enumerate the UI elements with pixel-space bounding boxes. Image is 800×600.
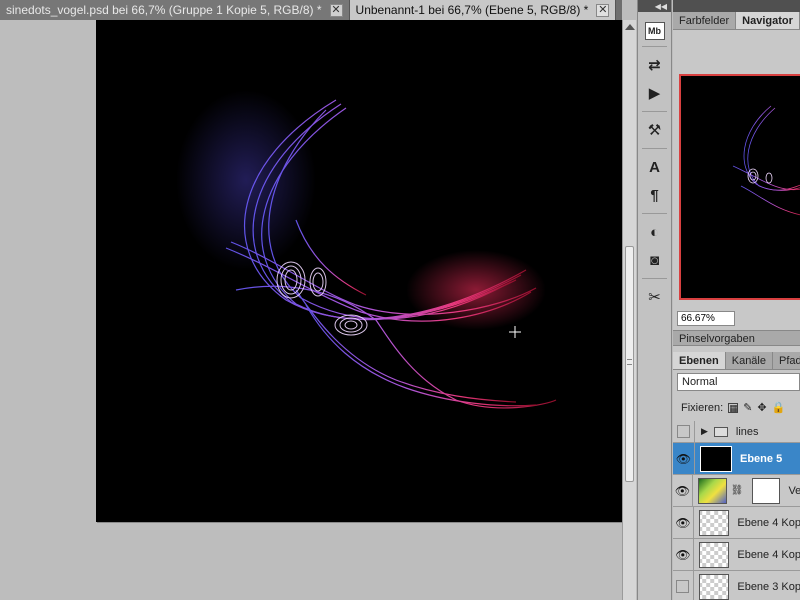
artwork-swirl bbox=[176, 90, 557, 409]
navigator-panel bbox=[673, 30, 800, 320]
layer-thumbnail bbox=[698, 509, 730, 536]
document-tab-unbenannt[interactable]: Unbenannt-1 bei 66,7% (Ebene 5, RGB/8) *… bbox=[349, 0, 617, 20]
scroll-up-icon[interactable] bbox=[625, 24, 635, 30]
layer-row-lines[interactable]: ▶ lines bbox=[673, 421, 800, 443]
masks-icon[interactable]: ◙ bbox=[642, 248, 668, 272]
character-icon[interactable]: A bbox=[642, 155, 668, 179]
tools-icon[interactable]: ✂ bbox=[642, 285, 668, 309]
adjustment-thumbnail bbox=[697, 477, 727, 504]
close-icon[interactable]: ✕ bbox=[596, 3, 610, 17]
document-tab-bar: sinedots_vogel.psd bei 66,7% (Gruppe 1 K… bbox=[0, 0, 622, 20]
blend-mode-select[interactable]: Normal bbox=[677, 373, 800, 391]
layer-name: lines bbox=[735, 425, 759, 438]
collapse-icon[interactable]: ◀◀ bbox=[638, 0, 671, 12]
dock-divider bbox=[642, 213, 667, 214]
document-tab-label: Unbenannt-1 bei 66,7% (Ebene 5, RGB/8) * bbox=[355, 3, 589, 17]
folder-icon bbox=[713, 426, 728, 437]
lock-label: Fixieren: bbox=[681, 401, 724, 414]
tab-pinselvorgaben[interactable]: Pinselvorgaben bbox=[673, 330, 800, 346]
tab-ebenen[interactable]: Ebenen bbox=[673, 352, 726, 369]
dock-divider bbox=[642, 111, 667, 112]
panel-title-bar bbox=[673, 0, 800, 12]
tab-pfade[interactable]: Pfade bbox=[773, 352, 800, 369]
lock-position-icon[interactable]: ✥ bbox=[757, 401, 766, 414]
layer-row-ebene-5[interactable]: 👁 Ebene 5 bbox=[673, 443, 800, 475]
eye-icon[interactable]: 👁 bbox=[673, 475, 693, 506]
document-tab-label: sinedots_vogel.psd bei 66,7% (Gruppe 1 K… bbox=[6, 3, 322, 17]
layers-tab-row: Ebenen Kanäle Pfade bbox=[673, 352, 800, 370]
navigator-preview[interactable] bbox=[679, 74, 800, 300]
layer-mask-thumbnail bbox=[751, 477, 781, 504]
visibility-toggle[interactable] bbox=[673, 571, 694, 600]
mini-bridge-button[interactable]: Mb bbox=[644, 22, 665, 40]
lock-transparency-icon[interactable]: ▦ bbox=[728, 402, 739, 413]
tab-farbfelder[interactable]: Farbfelder bbox=[673, 12, 737, 29]
eye-icon[interactable]: 👁 bbox=[673, 443, 695, 474]
grip-icon bbox=[627, 359, 632, 365]
lock-row: Fixieren: ▦ ✎ ✥ 🔒 bbox=[681, 401, 786, 415]
scroll-thumb[interactable] bbox=[625, 246, 634, 482]
history-icon[interactable]: ⇄ bbox=[642, 53, 668, 77]
layer-thumbnail bbox=[698, 573, 730, 600]
layer-name: Ebene 4 Kopi bbox=[737, 516, 800, 529]
lock-image-icon[interactable]: ✎ bbox=[743, 401, 752, 414]
zoom-input[interactable] bbox=[677, 311, 735, 326]
paragraph-icon[interactable]: ¶ bbox=[642, 183, 668, 207]
right-panels: Farbfelder Navigator 66.67% Pinselvorgab… bbox=[673, 0, 800, 600]
layer-name: Ebene 4 Kopi bbox=[737, 548, 800, 561]
layer-row-ebene-4-kopie-b[interactable]: 👁 Ebene 4 Kopi bbox=[673, 539, 800, 571]
close-icon[interactable]: ✕ bbox=[329, 3, 343, 17]
vertical-scrollbar[interactable] bbox=[622, 20, 636, 600]
document-canvas[interactable] bbox=[96, 20, 622, 522]
photoshop-window: sinedots_vogel.psd bei 66,7% (Gruppe 1 K… bbox=[0, 0, 800, 600]
link-icon: ⛓ bbox=[730, 485, 744, 496]
workspace bbox=[0, 20, 622, 600]
document-tab-sinedots[interactable]: sinedots_vogel.psd bei 66,7% (Gruppe 1 K… bbox=[0, 0, 350, 20]
layer-row-ebene-3-kopie[interactable]: Ebene 3 Kopi bbox=[673, 571, 800, 600]
layer-row-adjustment[interactable]: 👁 ⛓ Ve bbox=[673, 475, 800, 507]
layer-name: Ve bbox=[788, 484, 800, 497]
layer-thumbnail bbox=[700, 445, 732, 472]
visibility-toggle[interactable] bbox=[673, 421, 695, 442]
layer-row-ebene-4-kopie-a[interactable]: 👁 Ebene 4 Kopi bbox=[673, 507, 800, 539]
eye-icon[interactable]: 👁 bbox=[673, 539, 694, 570]
tool-presets-icon[interactable]: ⚒ bbox=[642, 118, 668, 142]
dock-divider bbox=[642, 278, 667, 279]
actions-icon[interactable]: ▶ bbox=[642, 81, 668, 105]
eye-icon[interactable]: 👁 bbox=[673, 507, 694, 538]
tab-kanaele[interactable]: Kanäle bbox=[726, 352, 773, 369]
navigator-thumbnail bbox=[732, 105, 800, 216]
panel-icon-dock: ◀◀ Mb ⇄ ▶ ⚒ A ¶ ◐ ◙ ✂ bbox=[637, 0, 672, 600]
zoom-row bbox=[677, 311, 735, 326]
lock-all-icon[interactable]: 🔒 bbox=[772, 401, 786, 414]
layers-list: ▶ lines 👁 Ebene 5 👁 ⛓ Ve 👁 Ebene 4 Kopi bbox=[673, 421, 800, 600]
crosshair-cursor bbox=[509, 326, 521, 338]
adjustments-icon[interactable]: ◐ bbox=[642, 220, 668, 244]
navigator-tab-row: Farbfelder Navigator bbox=[673, 12, 800, 30]
layer-thumbnail bbox=[698, 541, 730, 568]
layer-name: Ebene 3 Kopi bbox=[737, 580, 800, 593]
tab-navigator[interactable]: Navigator bbox=[736, 12, 800, 29]
dock-divider bbox=[642, 46, 667, 47]
layer-name: Ebene 5 bbox=[740, 452, 783, 465]
expand-arrow-icon[interactable]: ▶ bbox=[701, 426, 708, 437]
dock-divider bbox=[642, 148, 667, 149]
